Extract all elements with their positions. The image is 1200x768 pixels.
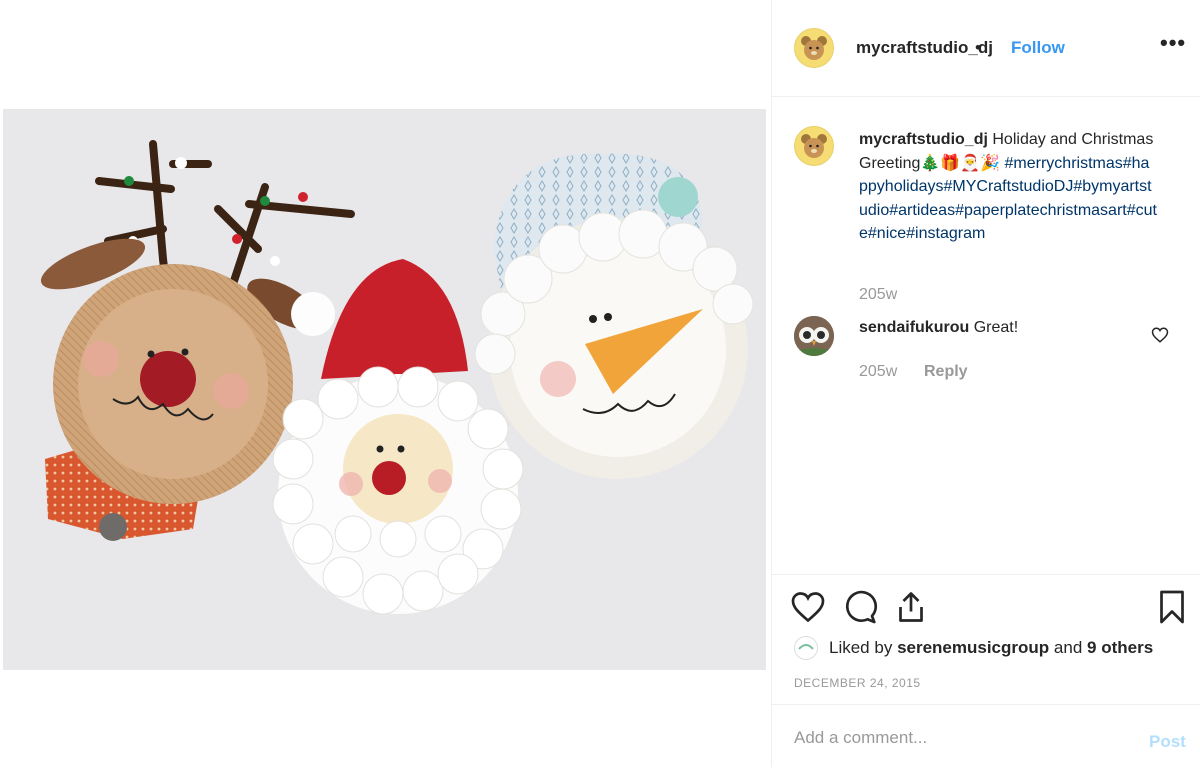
comment-text: sendaifukurou Great!	[859, 319, 1018, 337]
post-sidebar: mycraftstudio_dj • Follow ••• mycraftstu…	[771, 0, 1200, 767]
comment-timestamp[interactable]: 205w	[859, 363, 897, 381]
post-header: mycraftstudio_dj • Follow •••	[772, 0, 1200, 97]
liked-and: and	[1053, 638, 1083, 657]
comment-like-heart-icon[interactable]	[1151, 326, 1169, 344]
add-comment-bar: Post	[772, 704, 1200, 768]
liked-by-text: Liked by serenemusicgroup and 9 others	[829, 638, 1153, 658]
owl-avatar-icon	[794, 316, 834, 356]
commenter-avatar[interactable]	[794, 316, 834, 356]
serene-logo-icon	[798, 644, 814, 650]
caption-timestamp[interactable]: 205w	[859, 286, 897, 304]
comment-body: Great!	[973, 319, 1019, 336]
caption-text: mycraftstudio_dj Holiday and Christmas G…	[859, 128, 1157, 246]
follow-button[interactable]: Follow	[1011, 38, 1065, 58]
comment-input[interactable]	[792, 723, 1116, 753]
liked-prefix: Liked by	[829, 638, 893, 657]
more-options-icon[interactable]: •••	[1160, 30, 1186, 56]
caption-username[interactable]: mycraftstudio_dj	[859, 131, 988, 148]
bear-logo-icon	[801, 134, 827, 158]
bookmark-icon[interactable]	[1154, 589, 1190, 625]
heart-icon[interactable]	[790, 589, 826, 625]
post-comment-button[interactable]: Post	[1149, 732, 1186, 752]
caption-avatar[interactable]	[794, 126, 834, 166]
post-actions: Liked by serenemusicgroup and 9 others D…	[772, 574, 1200, 705]
author-username[interactable]: mycraftstudio_dj	[856, 38, 993, 58]
comment-username[interactable]: sendaifukurou	[859, 319, 969, 336]
author-avatar[interactable]	[794, 28, 834, 68]
comment-icon[interactable]	[842, 589, 878, 625]
media-pane	[0, 0, 771, 767]
header-separator: •	[975, 38, 981, 57]
caption-emojis: 🎄🎁🎅🎉	[920, 154, 1001, 172]
craft-illustration	[3, 109, 766, 670]
liker-avatar[interactable]	[794, 636, 818, 660]
share-icon[interactable]	[893, 589, 929, 625]
post-date[interactable]: DECEMBER 24, 2015	[794, 676, 921, 690]
liked-others[interactable]: 9 others	[1087, 638, 1153, 657]
bear-logo-icon	[801, 36, 827, 60]
post-photo[interactable]	[3, 109, 766, 670]
liked-user[interactable]: serenemusicgroup	[897, 638, 1049, 657]
reply-button[interactable]: Reply	[924, 363, 968, 381]
